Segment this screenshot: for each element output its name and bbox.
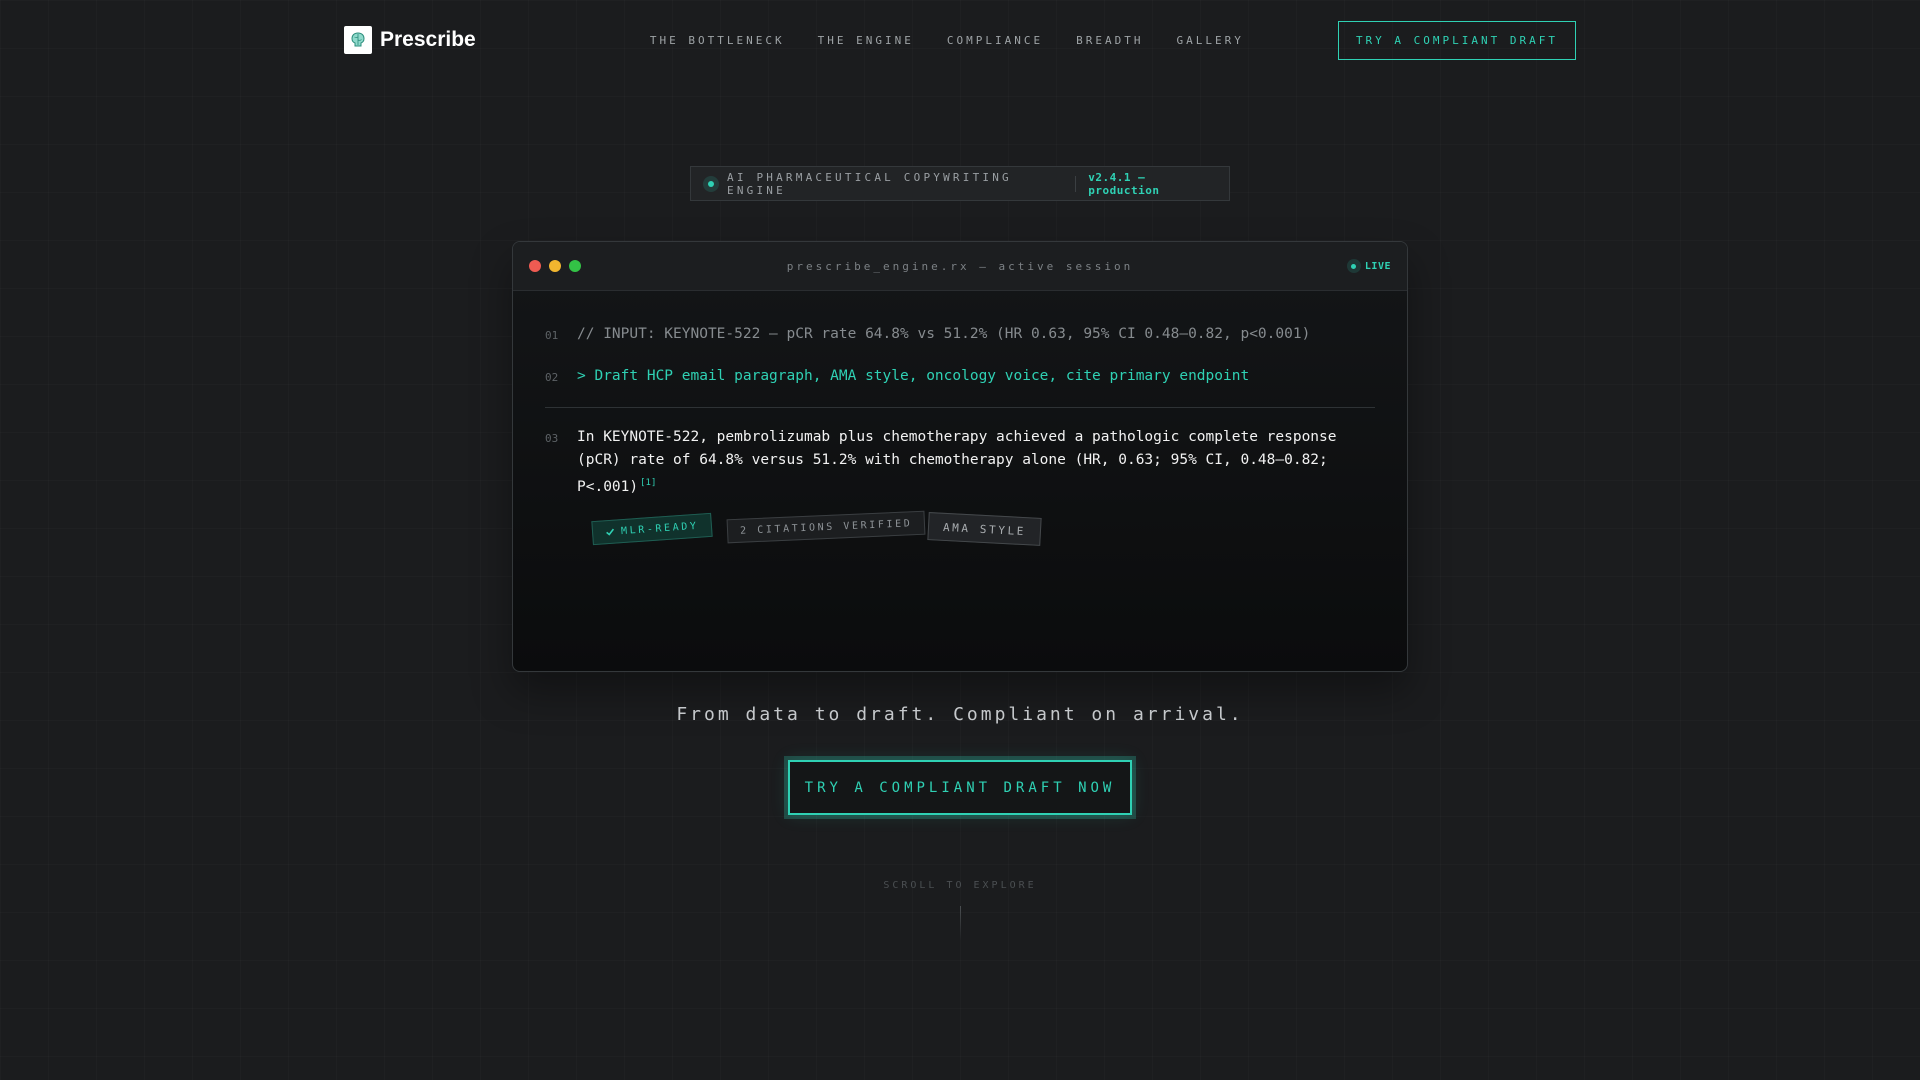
live-status: LIVE <box>1346 259 1391 273</box>
nav-link-compliance[interactable]: COMPLIANCE <box>947 34 1043 47</box>
brand-logo[interactable]: Prescribe <box>344 26 476 54</box>
scroll-hint: SCROLL TO EXPLORE <box>883 880 1037 891</box>
line-number: 03 <box>545 432 559 445</box>
brain-icon <box>344 26 372 54</box>
input-text: // INPUT: KEYNOTE-522 — pCR rate 64.8% v… <box>577 326 1311 342</box>
scroll-indicator-line <box>960 906 961 940</box>
terminal-line-prompt: 02 > Draft HCP email paragraph, AMA styl… <box>545 365 1375 389</box>
tag-label: 2 CITATIONS VERIFIED <box>739 517 913 537</box>
line-number: 01 <box>545 329 559 342</box>
terminal-title: prescribe_engine.rx — active session <box>786 259 1134 273</box>
status-dot-icon <box>703 175 719 192</box>
engine-badge: AI PHARMACEUTICAL COPYWRITING ENGINE v2.… <box>690 166 1230 201</box>
hero-cta-button[interactable]: TRY A COMPLIANT DRAFT NOW <box>788 760 1132 815</box>
badge-label: AI PHARMACEUTICAL COPYWRITING ENGINE <box>727 170 1012 197</box>
terminal-body: 01 // INPUT: KEYNOTE-522 — pCR rate 64.8… <box>513 291 1407 555</box>
terminal-line-output: 03 In KEYNOTE-522, pembrolizumab plus ch… <box>545 426 1375 499</box>
hero-tagline: From data to draft. Compliant on arrival… <box>676 704 1244 725</box>
checkmark-icon <box>606 528 615 536</box>
output-tags: MLR-READY 2 CITATIONS VERIFIED AMA STYLE <box>591 510 1375 555</box>
tag-citations-verified: 2 CITATIONS VERIFIED <box>726 510 926 544</box>
nav-link-gallery[interactable]: GALLERY <box>1176 34 1243 47</box>
tag-ama-style: AMA STYLE <box>927 511 1042 546</box>
live-dot-icon <box>1346 259 1361 273</box>
tag-label: MLR-READY <box>620 520 699 537</box>
line-number: 02 <box>545 371 559 384</box>
live-label: LIVE <box>1364 260 1391 272</box>
engine-terminal: prescribe_engine.rx — active session LIV… <box>512 241 1408 672</box>
prompt-text: > Draft HCP email paragraph, AMA style, … <box>577 368 1250 384</box>
terminal-titlebar: prescribe_engine.rx — active session LIV… <box>513 242 1407 291</box>
nav-link-bottleneck[interactable]: THE BOTTLENECK <box>650 34 785 47</box>
terminal-divider <box>545 407 1375 408</box>
top-nav: Prescribe THE BOTTLENECK THE ENGINE COMP… <box>344 20 1576 60</box>
version-label: v2.4.1 — production <box>1088 170 1160 197</box>
nav-links: THE BOTTLENECK THE ENGINE COMPLIANCE BRE… <box>650 34 1244 47</box>
terminal-line-input: 01 // INPUT: KEYNOTE-522 — pCR rate 64.8… <box>545 323 1375 347</box>
output-body: In KEYNOTE-522, pembrolizumab plus chemo… <box>577 429 1337 495</box>
tag-label: AMA STYLE <box>942 520 1027 538</box>
nav-cta-button[interactable]: TRY A COMPLIANT DRAFT <box>1337 20 1576 60</box>
badge-divider <box>1075 175 1077 192</box>
citation-marker[interactable]: [1] <box>640 478 656 488</box>
brand-name: Prescribe <box>380 28 476 51</box>
output-text: In KEYNOTE-522, pembrolizumab plus chemo… <box>577 426 1375 499</box>
tag-mlr-ready: MLR-READY <box>591 512 713 545</box>
nav-link-breadth[interactable]: BREADTH <box>1076 34 1143 47</box>
nav-link-engine[interactable]: THE ENGINE <box>818 34 914 47</box>
